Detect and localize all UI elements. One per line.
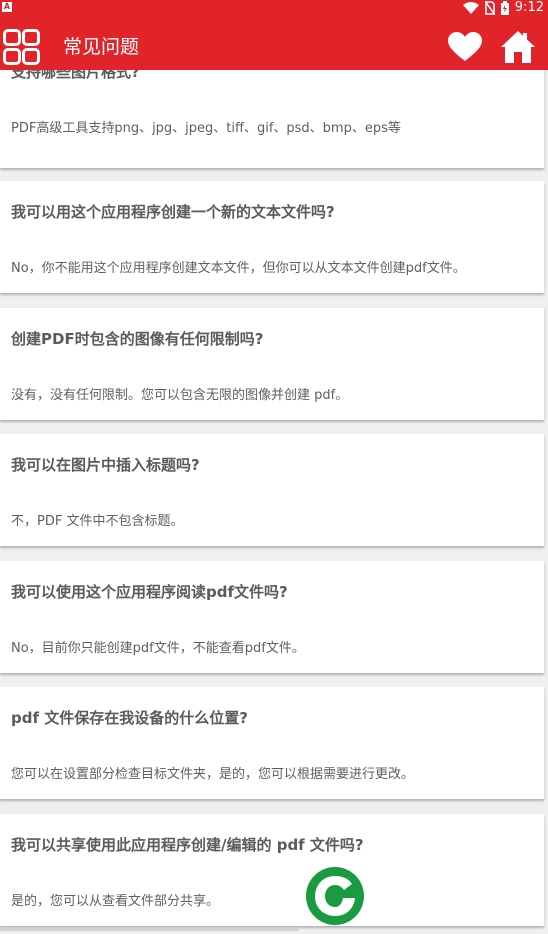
faq-list[interactable]: 支持哪些图片格式? PDF高级工具支持png、jpg、jpeg、tiff、gif… [0, 70, 548, 934]
faq-card: 创建PDF时包含的图像有任何限制吗? 没有，没有任何限制。您可以包含无限的图像并… [0, 308, 544, 420]
faq-question: pdf 文件保存在我设备的什么位置? [11, 709, 248, 727]
battery-icon [500, 1, 509, 15]
app-logo-icon[interactable] [305, 866, 365, 926]
status-icons: 9:12 [462, 0, 544, 16]
faq-answer: 没有，没有任何限制。您可以包含无限的图像并创建 pdf。 [11, 388, 349, 403]
faq-answer: 不，PDF 文件中不包含标题。 [11, 514, 184, 529]
navigation-handle [0, 927, 298, 931]
faq-question: 我可以在图片中插入标题吗? [11, 456, 200, 474]
faq-answer: No，目前你只能创建pdf文件，不能查看pdf文件。 [11, 641, 305, 656]
faq-card: 我可以在图片中插入标题吗? 不，PDF 文件中不包含标题。 [0, 434, 544, 546]
faq-question: 我可以共享使用此应用程序创建/编辑的 pdf 文件吗? [11, 836, 364, 854]
grid-menu-icon[interactable] [3, 29, 41, 65]
faq-card: pdf 文件保存在我设备的什么位置? 您可以在设置部分检查目标文件夹，是的，您可… [0, 687, 544, 799]
faq-card: 我可以用这个应用程序创建一个新的文本文件吗? No，你不能用这个应用程序创建文本… [0, 181, 544, 293]
app-bar: 常见问题 [0, 24, 548, 70]
clock: 9:12 [514, 0, 544, 15]
faq-card: 支持哪些图片格式? PDF高级工具支持png、jpg、jpeg、tiff、gif… [0, 70, 544, 168]
faq-question: 创建PDF时包含的图像有任何限制吗? [11, 330, 264, 348]
faq-answer: 您可以在设置部分检查目标文件夹，是的，您可以根据需要进行更改。 [11, 767, 415, 782]
page-title: 常见问题 [63, 36, 140, 58]
faq-answer: 是的，您可以从查看文件部分共享。 [11, 894, 220, 909]
faq-question: 支持哪些图片格式? [11, 70, 140, 81]
wifi-icon [462, 2, 479, 14]
heart-icon[interactable] [448, 32, 482, 62]
faq-card: 我可以共享使用此应用程序创建/编辑的 pdf 文件吗? 是的，您可以从查看文件部… [0, 814, 544, 926]
faq-answer: PDF高级工具支持png、jpg、jpeg、tiff、gif、psd、bmp、e… [11, 121, 401, 136]
faq-question: 我可以使用这个应用程序阅读pdf文件吗? [11, 583, 288, 601]
faq-question: 我可以用这个应用程序创建一个新的文本文件吗? [11, 203, 335, 221]
faq-answer: No，你不能用这个应用程序创建文本文件，但你可以从文本文件创建pdf文件。 [11, 261, 466, 276]
faq-card: 我可以使用这个应用程序阅读pdf文件吗? No，目前你只能创建pdf文件，不能查… [0, 561, 544, 673]
no-sim-icon [484, 1, 495, 15]
home-icon[interactable] [500, 30, 536, 64]
notification-icon: A [2, 2, 12, 12]
status-bar: A 9:12 [0, 0, 548, 24]
